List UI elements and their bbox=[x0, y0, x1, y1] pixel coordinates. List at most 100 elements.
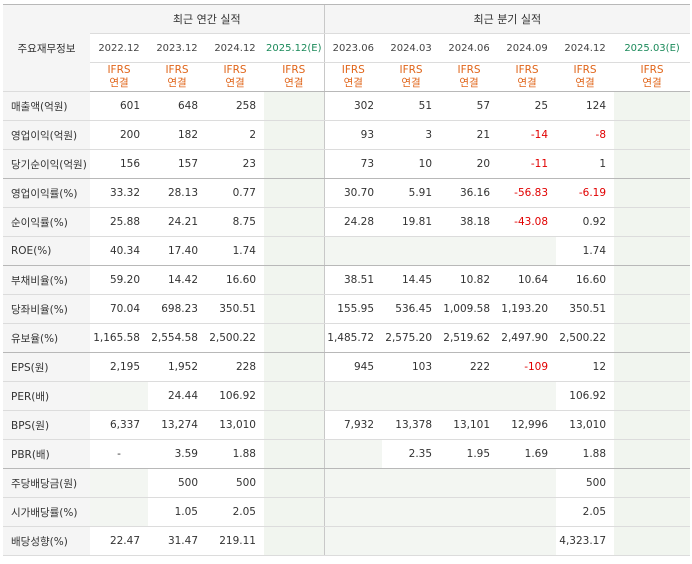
row-label: 시가배당률(%) bbox=[3, 497, 90, 527]
ifrs-consolidated-label: IFRS 연결 bbox=[498, 62, 557, 92]
table-cell: -11 bbox=[498, 149, 557, 179]
table-cell bbox=[614, 410, 691, 440]
table-cell: 536.45 bbox=[382, 294, 441, 324]
consolidated-text: 연결 bbox=[517, 77, 537, 89]
table-cell: 22.47 bbox=[90, 526, 148, 556]
table-cell bbox=[498, 381, 557, 411]
table-cell: 1,952 bbox=[148, 352, 206, 382]
table-cell: 25.88 bbox=[90, 207, 148, 237]
table-cell bbox=[614, 265, 691, 295]
table-cell: 155.95 bbox=[323, 294, 383, 324]
table-cell: 13,101 bbox=[440, 410, 499, 440]
table-cell bbox=[90, 381, 148, 411]
row-label: 매출액(억원) bbox=[3, 91, 90, 121]
table-cell: 1 bbox=[556, 149, 615, 179]
table-cell bbox=[614, 526, 691, 556]
table-cell bbox=[264, 381, 325, 411]
row-label: BPS(원) bbox=[3, 410, 90, 440]
table-cell bbox=[382, 497, 441, 527]
consolidated-text: 연결 bbox=[284, 77, 304, 89]
table-cell: 228 bbox=[206, 352, 264, 382]
row-label: 주당배당금(원) bbox=[3, 468, 90, 498]
row-label: PBR(배) bbox=[3, 439, 90, 469]
consolidated-text: 연결 bbox=[575, 77, 595, 89]
table-cell: 1.05 bbox=[148, 497, 206, 527]
table-cell bbox=[498, 526, 557, 556]
table-cell bbox=[323, 439, 383, 469]
table-row: PBR(배) -3.59 1.88 2.35 1.95 1.69 1.88 bbox=[3, 439, 691, 469]
ifrs-consolidated-label: IFRS 연결 bbox=[556, 62, 615, 92]
table-cell: 24.28 bbox=[323, 207, 383, 237]
table-cell bbox=[382, 236, 441, 266]
ifrs-text: IFRS bbox=[640, 64, 664, 76]
table-cell bbox=[614, 439, 691, 469]
table-cell bbox=[440, 381, 499, 411]
table-cell: 21 bbox=[440, 120, 499, 150]
table-cell: 1.74 bbox=[556, 236, 615, 266]
table-row: 부채비율(%) 59.20 14.42 16.60 38.51 14.45 10.82 10.… bbox=[3, 265, 691, 295]
table-row: EPS(원) 2,195 1,952 228 945 103 222 -109 12 bbox=[3, 352, 691, 382]
table-cell bbox=[382, 381, 441, 411]
ifrs-header-row: IFRS 연결 IFRS 연결 IFRS 연결 IFRS 연결 IFRS 연결 IFRS 연결 IFRS… bbox=[3, 62, 691, 92]
ifrs-consolidated-label: IFRS 연결 bbox=[264, 62, 325, 92]
row-label: EPS(원) bbox=[3, 352, 90, 382]
table-row: PER(배) 24.44 106.92 106.92 bbox=[3, 381, 691, 411]
table-cell: 10.64 bbox=[498, 265, 557, 295]
table-cell: 24.21 bbox=[148, 207, 206, 237]
table-cell: 13,010 bbox=[206, 410, 264, 440]
table-cell bbox=[614, 207, 691, 237]
table-cell bbox=[264, 526, 325, 556]
table-cell: 124 bbox=[556, 91, 615, 121]
table-cell: 601 bbox=[90, 91, 148, 121]
table-cell bbox=[323, 381, 383, 411]
table-cell: 13,274 bbox=[148, 410, 206, 440]
ifrs-text: IFRS bbox=[223, 64, 247, 76]
table-row: 영업이익(억원) 200 182 2 93 3 21 -14 -8 bbox=[3, 120, 691, 150]
table-cell: 0.77 bbox=[206, 178, 264, 208]
table-row: 배당성향(%) 22.47 31.47 219.11 4,323.17 bbox=[3, 526, 691, 556]
annual-group-header: 최근 연간 실적 bbox=[90, 4, 325, 34]
table-cell: 350.51 bbox=[556, 294, 615, 324]
quarter-group-header: 최근 분기 실적 bbox=[323, 4, 691, 34]
table-cell bbox=[264, 120, 325, 150]
table-cell: 302 bbox=[323, 91, 383, 121]
table-cell: 13,378 bbox=[382, 410, 441, 440]
table-cell: 1.88 bbox=[556, 439, 615, 469]
table-cell: 13,010 bbox=[556, 410, 615, 440]
table-cell: 219.11 bbox=[206, 526, 264, 556]
table-row: 당좌비율(%) 70.04 698.23 350.51 155.95 536.45 1,00… bbox=[3, 294, 691, 324]
table-cell: 157 bbox=[148, 149, 206, 179]
table-cell: 3.59 bbox=[148, 439, 206, 469]
table-cell bbox=[264, 323, 325, 353]
ifrs-consolidated-label: IFRS 연결 bbox=[90, 62, 148, 92]
table-cell: 93 bbox=[323, 120, 383, 150]
table-cell bbox=[440, 236, 499, 266]
consolidated-text: 연결 bbox=[109, 77, 129, 89]
consolidated-text: 연결 bbox=[343, 77, 363, 89]
table-cell bbox=[264, 410, 325, 440]
table-cell: 2 bbox=[206, 120, 264, 150]
consolidated-text: 연결 bbox=[459, 77, 479, 89]
ifrs-consolidated-label: IFRS 연결 bbox=[148, 62, 206, 92]
ifrs-consolidated-label: IFRS 연결 bbox=[382, 62, 441, 92]
table-cell: 33.32 bbox=[90, 178, 148, 208]
table-cell: 1.88 bbox=[206, 439, 264, 469]
table-cell bbox=[323, 526, 383, 556]
table-cell bbox=[264, 207, 325, 237]
table-cell: 2,500.22 bbox=[556, 323, 615, 353]
table-cell: -109 bbox=[498, 352, 557, 382]
period-header: 2024.06 bbox=[440, 33, 499, 63]
table-row: 순이익률(%) 25.88 24.21 8.75 24.28 19.81 38.18 -43.… bbox=[3, 207, 691, 237]
table-cell: 2,575.20 bbox=[382, 323, 441, 353]
row-label: 당기순이익(억원) bbox=[3, 149, 90, 179]
table-cell: 500 bbox=[148, 468, 206, 498]
ifrs-text: IFRS bbox=[107, 64, 131, 76]
ifrs-consolidated-label: IFRS 연결 bbox=[614, 62, 691, 92]
table-cell: 258 bbox=[206, 91, 264, 121]
table-cell: 36.16 bbox=[440, 178, 499, 208]
ifrs-text: IFRS bbox=[573, 64, 597, 76]
table-cell bbox=[90, 468, 148, 498]
table-cell: 500 bbox=[556, 468, 615, 498]
table-row: 당기순이익(억원) 156 157 23 73 10 20 -11 1 bbox=[3, 149, 691, 179]
table-cell: 103 bbox=[382, 352, 441, 382]
